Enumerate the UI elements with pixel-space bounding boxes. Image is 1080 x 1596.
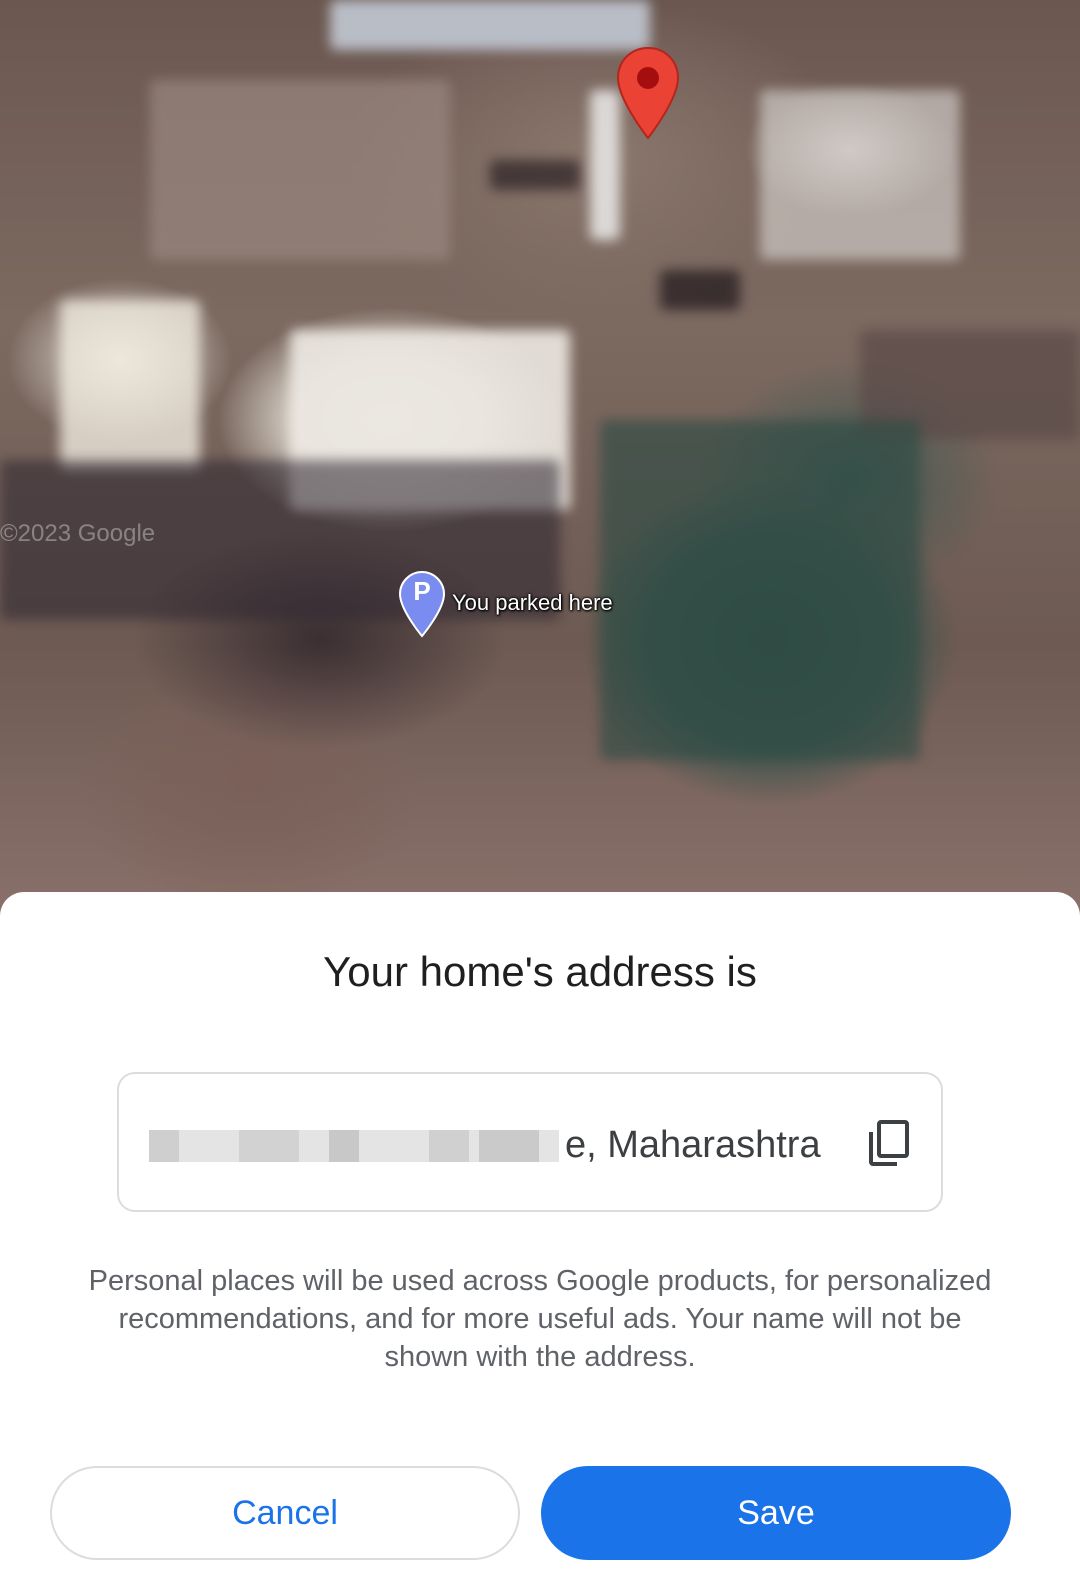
copy-icon[interactable] [863, 1118, 915, 1170]
satellite-map[interactable]: ©2023 Google P You parked here [0, 0, 1080, 920]
parking-pin-letter: P [413, 576, 431, 606]
address-field[interactable]: e, Maharashtra [117, 1072, 943, 1212]
home-address-sheet: Your home's address is e, Maharashtra Pe… [0, 892, 1080, 1596]
cancel-button[interactable]: Cancel [50, 1466, 520, 1560]
parked-here-label: You parked here [452, 590, 613, 615]
redacted-address [149, 1130, 569, 1162]
sheet-title: Your home's address is [323, 948, 757, 995]
save-button[interactable]: Save [541, 1466, 1011, 1560]
location-pin-icon[interactable] [616, 46, 680, 142]
address-text: e, Maharashtra [559, 1124, 821, 1167]
map-copyright-watermark: ©2023 Google [0, 520, 156, 547]
personal-places-disclaimer: Personal places will be used across Goog… [88, 1265, 992, 1373]
